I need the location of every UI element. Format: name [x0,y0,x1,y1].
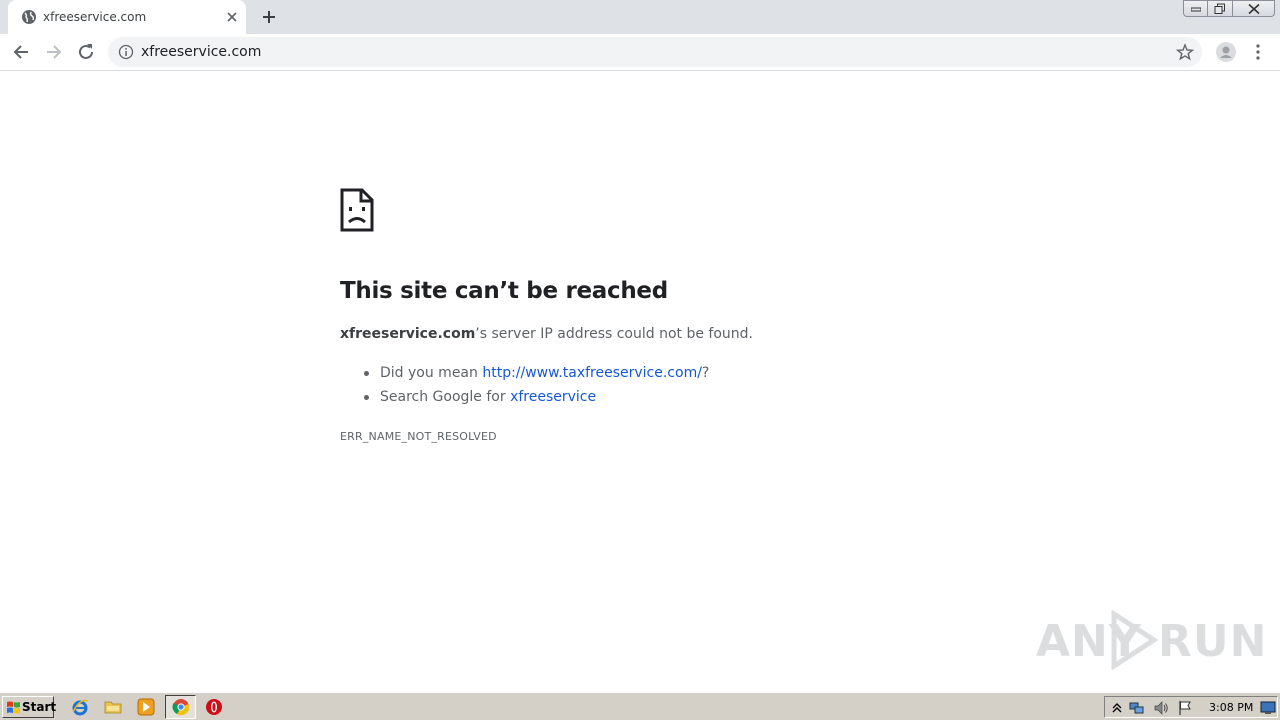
suggestion-suffix: ? [701,365,710,381]
back-arrow-icon[interactable] [10,41,32,63]
flag-icon[interactable] [1177,700,1193,716]
suggested-url-link[interactable]: http://www.taxfreeservice.com/ [482,365,702,381]
error-title: This site can’t be reached [340,278,668,304]
error-code: ERR_NAME_NOT_RESOLVED [340,430,497,443]
menu-dots-icon[interactable] [1250,43,1266,61]
ie-icon[interactable] [71,698,89,716]
window-close-button[interactable] [1233,0,1275,17]
play-logo-icon [1111,610,1158,670]
media-player-icon[interactable] [137,698,155,716]
taskbar: Start 3:08 PM [0,692,1280,720]
globe-icon [22,10,36,24]
volume-icon[interactable] [1153,700,1169,716]
minimize-button[interactable] [1183,0,1208,17]
error-description-rest: ’s server IP address could not be found. [475,326,753,342]
folder-icon[interactable] [104,698,122,716]
error-host: xfreeservice.com [340,326,476,342]
reload-icon[interactable] [75,41,97,63]
url-text[interactable]: xfreeservice.com [141,44,261,60]
windows-flag-icon [7,701,20,714]
tab-title: xfreeservice.com [43,10,147,24]
start-label: Start [22,700,57,714]
system-tray: 3:08 PM [1104,696,1278,718]
restore-icon [1214,3,1225,14]
plus-icon[interactable] [260,8,278,26]
network-icon[interactable] [1129,700,1145,716]
restore-button[interactable] [1208,0,1233,17]
search-google-link[interactable]: xfreeservice [510,389,596,405]
taskbar-chrome-active[interactable] [165,695,196,719]
sad-page-icon [340,188,374,232]
suggestion-prefix: Search Google for [380,389,511,405]
error-description: xfreeservice.com’s server IP address cou… [340,326,753,342]
taskbar-clock[interactable]: 3:08 PM [1209,701,1253,714]
address-bar[interactable]: xfreeservice.com [108,37,1202,67]
avatar-icon[interactable] [1216,42,1236,62]
suggestion-list: Did you mean http://www.taxfreeservice.c… [340,364,709,412]
desktop-icon[interactable] [1260,700,1276,716]
forward-arrow-icon[interactable] [43,41,65,63]
watermark-right-text: RUN [1158,616,1268,667]
anyrun-watermark: ANY RUN [1036,608,1266,672]
info-icon[interactable] [118,44,134,60]
suggestion-did-you-mean: Did you mean http://www.taxfreeservice.c… [340,364,709,388]
chrome-icon [172,699,190,716]
browser-toolbar: xfreeservice.com [0,34,1280,71]
start-button[interactable]: Start [2,696,57,718]
minimize-icon [1190,7,1201,11]
suggestion-search: Search Google for xfreeservice [340,388,709,412]
tab-strip: xfreeservice.com [0,0,1280,34]
star-icon[interactable] [1176,43,1194,61]
tray-arrow-icon[interactable] [1109,700,1125,716]
browser-tab[interactable]: xfreeservice.com [8,0,246,34]
close-icon [1247,3,1260,14]
opera-icon[interactable] [205,698,223,716]
close-icon[interactable] [224,9,240,25]
suggestion-prefix: Did you mean [380,365,483,381]
